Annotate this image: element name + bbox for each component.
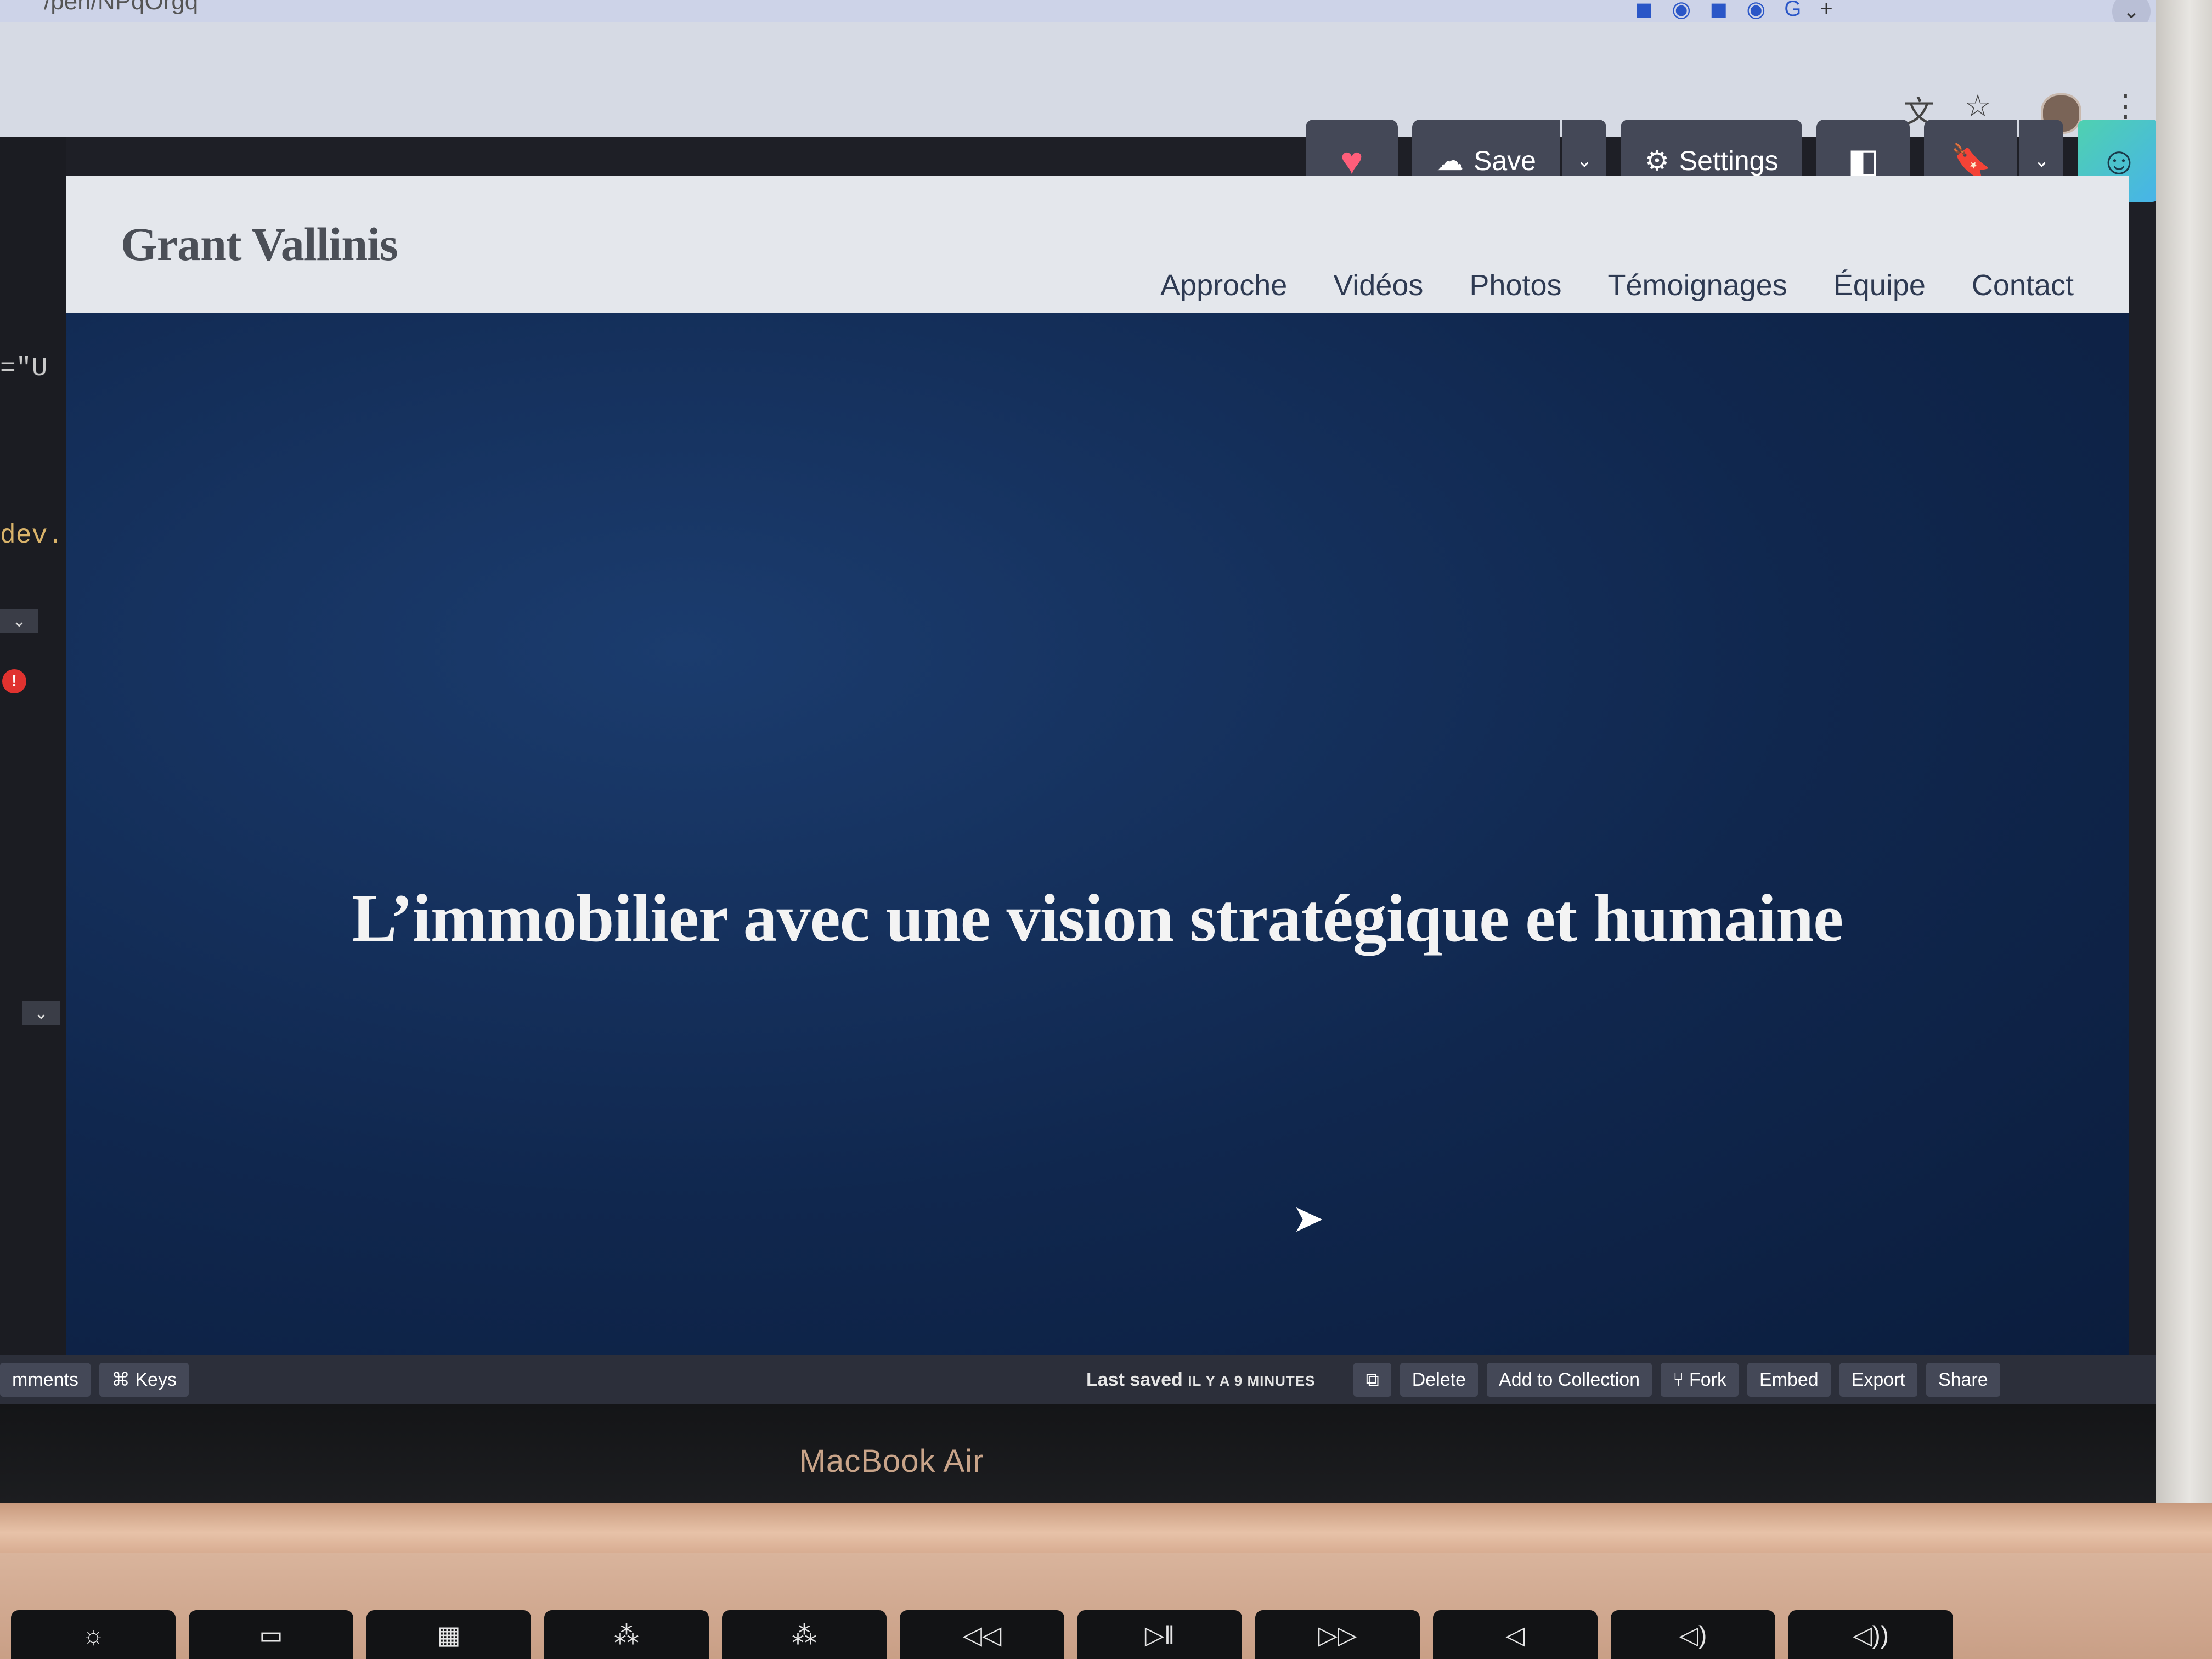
nav-approche[interactable]: Approche (1160, 268, 1287, 302)
fast-forward-key-icon[interactable]: ▷▷ (1255, 1610, 1420, 1659)
fork-label: Fork (1689, 1369, 1726, 1390)
more-icon[interactable]: ⋮ (2110, 88, 2141, 124)
add-to-collection-button[interactable]: Add to Collection (1487, 1363, 1652, 1397)
tab-favicon-icon[interactable]: G (1784, 0, 1801, 22)
code-fragment[interactable]: dev. (0, 521, 63, 551)
url-fragment[interactable]: /pen/NPqOrgq (44, 0, 198, 15)
mouse-cursor-icon: ➤ (1292, 1197, 1324, 1240)
function-key-row: ☼ ▭ ▦ ⁂ ⁂ ◁◁ ▷‖ ▷▷ ◁ ◁) ◁)) (0, 1610, 2212, 1659)
chevron-down-icon: ⌄ (2034, 150, 2050, 171)
laptop-bezel-edge (2156, 0, 2212, 1503)
cloud-icon: ☁ (1436, 145, 1464, 176)
brightness-key-icon[interactable]: ☼ (11, 1610, 176, 1659)
delete-button[interactable]: Delete (1400, 1363, 1479, 1397)
tab-favicon-icon[interactable]: ◼ (1709, 0, 1728, 22)
external-link-icon: ⧉ (1365, 1369, 1379, 1390)
bookmark-icon: 🔖 (1950, 142, 1991, 179)
star-icon[interactable]: ☆ (1964, 88, 1991, 124)
keyboard-light-up-key-icon[interactable]: ⁂ (722, 1610, 887, 1659)
new-tab-button[interactable]: + (1820, 0, 1832, 22)
chevron-down-icon: ⌄ (1576, 150, 1593, 171)
left-editor-panel[interactable]: ="U dev. ! ⌄ ⌄ (0, 137, 66, 1361)
chevron-down-icon[interactable]: ⌄ (22, 1001, 60, 1025)
nav-photos[interactable]: Photos (1469, 268, 1561, 302)
keys-button[interactable]: ⌘ Keys (99, 1363, 189, 1397)
site-header: Grant Vallinis Approche Vidéos Photos Té… (66, 176, 2129, 313)
launchpad-key-icon[interactable]: ▦ (366, 1610, 531, 1659)
mute-key-icon[interactable]: ◁ (1433, 1610, 1598, 1659)
last-saved-time: IL Y A 9 MINUTES (1188, 1372, 1316, 1389)
volume-up-key-icon[interactable]: ◁)) (1788, 1610, 1953, 1659)
preview-pane: Grant Vallinis Approche Vidéos Photos Té… (66, 176, 2129, 1361)
tab-favicon-icon[interactable]: ◉ (1746, 0, 1765, 22)
site-logo[interactable]: Grant Vallinis (121, 217, 398, 272)
gear-icon: ⚙ (1644, 145, 1669, 176)
code-fragment[interactable]: ="U (0, 354, 47, 383)
last-saved-label: Last saved (1086, 1369, 1183, 1390)
nav-temoignages[interactable]: Témoignages (1608, 268, 1787, 302)
mission-control-key-icon[interactable]: ▭ (189, 1610, 353, 1659)
fork-icon: ⑂ (1673, 1369, 1689, 1390)
footer-right: Last saved IL Y A 9 MINUTES ⧉ Delete Add… (1086, 1363, 2009, 1397)
chevron-down-icon[interactable]: ⌄ (0, 609, 38, 633)
footer-left: mments ⌘ Keys (0, 1363, 198, 1397)
rewind-key-icon[interactable]: ◁◁ (900, 1610, 1064, 1659)
tab-favicon-icon[interactable]: ◉ (1672, 0, 1691, 22)
comments-button[interactable]: mments (0, 1363, 91, 1397)
tab-favicon-icon[interactable]: ◼ (1635, 0, 1653, 22)
codepen-footer: mments ⌘ Keys Last saved IL Y A 9 MINUTE… (0, 1355, 2156, 1404)
last-saved-status: Last saved IL Y A 9 MINUTES (1086, 1369, 1315, 1391)
hero-title: L’immobilier avec une vision stratégique… (351, 881, 1843, 956)
volume-down-key-icon[interactable]: ◁) (1611, 1610, 1775, 1659)
play-pause-key-icon[interactable]: ▷‖ (1077, 1610, 1242, 1659)
browser-tabstrip: /pen/NPqOrgq ◼ ◉ ◼ ◉ G + ⌄ (0, 0, 2156, 31)
open-external-button[interactable]: ⧉ (1353, 1363, 1391, 1397)
export-button[interactable]: Export (1839, 1363, 1917, 1397)
nav-equipe[interactable]: Équipe (1833, 268, 1926, 302)
site-nav: Approche Vidéos Photos Témoignages Équip… (1160, 268, 2074, 302)
device-brand-label: MacBook Air (799, 1443, 984, 1479)
settings-label: Settings (1679, 145, 1779, 176)
share-button[interactable]: Share (1926, 1363, 2000, 1397)
tab-icons: ◼ ◉ ◼ ◉ G + (1635, 0, 1833, 22)
save-label: Save (1474, 145, 1536, 176)
nav-contact[interactable]: Contact (1972, 268, 2074, 302)
embed-button[interactable]: Embed (1747, 1363, 1831, 1397)
nav-videos[interactable]: Vidéos (1333, 268, 1423, 302)
keyboard-light-down-key-icon[interactable]: ⁂ (544, 1610, 709, 1659)
laptop-hinge (0, 1503, 2212, 1553)
layout-icon: ◧ (1848, 142, 1879, 179)
error-icon[interactable]: ! (2, 669, 26, 693)
fork-button[interactable]: ⑂ Fork (1661, 1363, 1739, 1397)
